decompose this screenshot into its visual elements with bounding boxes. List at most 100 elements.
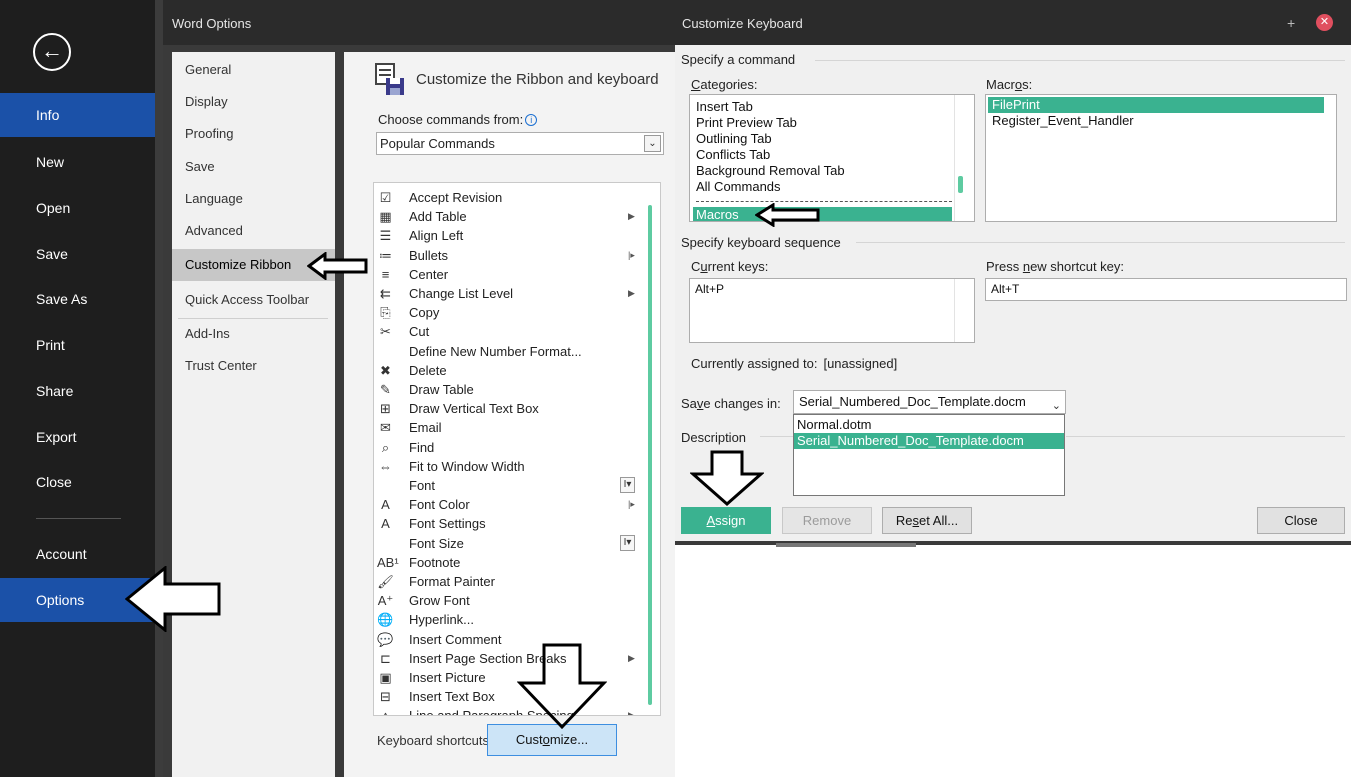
close-button[interactable]: Close <box>1257 507 1345 534</box>
info-icon[interactable]: i <box>525 114 538 126</box>
nav-item-language[interactable]: Language <box>172 183 335 215</box>
nav-item-trust-center[interactable]: Trust Center <box>172 350 335 382</box>
command-list-item[interactable]: AB¹ Footnote <box>374 553 644 572</box>
command-list-item[interactable]: ✖ Delete <box>374 361 644 380</box>
save-changes-select[interactable]: Serial_Numbered_Doc_Template.docm ⌄ <box>793 390 1066 414</box>
command-label: Draw Table <box>409 382 474 397</box>
nav-item-quick-access-toolbar[interactable]: Quick Access Toolbar <box>172 284 335 316</box>
nav-item-add-ins[interactable]: Add-Ins <box>172 318 335 350</box>
nav-item-general[interactable]: General <box>172 54 335 86</box>
macro-item-fileprint[interactable]: FilePrint <box>988 97 1324 113</box>
back-arrow-icon[interactable]: ← <box>33 33 71 71</box>
category-item[interactable]: Outlining Tab <box>696 131 952 147</box>
section-title: Customize the Ribbon and keyboard <box>416 71 659 88</box>
category-item[interactable]: Insert Tab <box>696 99 952 115</box>
command-list-item[interactable]: ✂ Cut <box>374 322 644 341</box>
current-keys-list[interactable]: Alt+P <box>689 278 975 343</box>
backstage-item-save[interactable]: Save <box>0 232 155 276</box>
command-list-item[interactable]: Font I▾ <box>374 476 644 495</box>
command-list-item[interactable]: A⁺ Grow Font <box>374 591 644 610</box>
backstage-item-save-as[interactable]: Save As <box>0 277 155 321</box>
backstage-item-open[interactable]: Open <box>0 186 155 230</box>
command-list-item[interactable]: Font Size I▾ <box>374 534 644 553</box>
nav-item-display[interactable]: Display <box>172 86 335 118</box>
annotation-arrow-down-icon <box>690 450 764 507</box>
nav-item-save[interactable]: Save <box>172 151 335 183</box>
chevron-down-icon[interactable]: ⌄ <box>644 135 661 152</box>
command-label: Delete <box>409 362 447 378</box>
backstage-item-print[interactable]: Print <box>0 323 155 367</box>
command-list-item[interactable]: ☑ Accept Revision <box>374 188 644 207</box>
command-list-item[interactable]: ✎ Draw Table <box>374 380 644 399</box>
category-item[interactable]: Conflicts Tab <box>696 147 952 163</box>
window-border <box>155 0 163 777</box>
command-label: Fit to Window Width <box>409 458 525 474</box>
command-label: Font Size <box>409 535 464 551</box>
press-new-shortcut-label: Press new shortcut key: <box>986 259 1125 274</box>
command-list-item[interactable]: 🌐 Hyperlink... <box>374 610 644 629</box>
assign-button[interactable]: Assign <box>681 507 771 534</box>
backstage-item-share[interactable]: Share <box>0 369 155 413</box>
command-list-item[interactable]: 🖌 Format Painter <box>374 572 644 591</box>
save-changes-dropdown[interactable]: Normal.dotm Serial_Numbered_Doc_Template… <box>793 414 1065 496</box>
command-icon: ✖ <box>380 362 391 378</box>
save-changes-label: Save changes in: <box>681 396 781 411</box>
backstage-sidebar: ← Info New Open Save Save As Print Share… <box>0 0 155 777</box>
specify-command-label: Specify a command <box>681 52 802 67</box>
group-divider <box>856 242 1345 243</box>
command-list-item[interactable]: Define New Number Format... <box>374 342 644 361</box>
current-key-item[interactable]: Alt+P <box>695 282 724 296</box>
command-list-item[interactable]: ⇔ Fit to Window Width <box>374 457 644 476</box>
command-label: Email <box>409 420 442 436</box>
commands-list[interactable]: ☑ Accept Revision ▦ Add Table ▶ ☰ Align Left ≔ B… <box>373 182 661 716</box>
command-list-item[interactable]: ⊞ Draw Vertical Text Box <box>374 399 644 418</box>
command-list-item[interactable]: ≔ Bullets |▸ <box>374 246 644 265</box>
command-label: Add Table <box>409 209 467 225</box>
remove-button[interactable]: Remove <box>782 507 872 534</box>
command-icon <box>377 535 394 552</box>
new-shortcut-input[interactable]: Alt+T <box>985 278 1347 301</box>
command-label: Footnote <box>409 554 461 570</box>
command-list-item[interactable]: ✉ Email <box>374 418 644 437</box>
nav-item-advanced[interactable]: Advanced <box>172 215 335 247</box>
command-list-item[interactable]: ≡ Center <box>374 265 644 284</box>
command-list-item[interactable]: ⎘ Copy <box>374 303 644 322</box>
save-option-normal[interactable]: Normal.dotm <box>794 417 1064 433</box>
command-list-item[interactable]: ☰ Align Left <box>374 226 644 245</box>
commands-scrollbar[interactable] <box>648 205 652 705</box>
categories-scrollbar[interactable] <box>958 176 963 193</box>
group-divider <box>815 60 1345 61</box>
command-icon: A⁺ <box>377 593 394 609</box>
command-label: Font Settings <box>409 516 486 532</box>
category-item[interactable]: Background Removal Tab <box>696 163 952 179</box>
category-item[interactable]: Print Preview Tab <box>696 115 952 131</box>
category-item-macros[interactable]: Macros <box>693 207 952 221</box>
font-field-icon: I▾ <box>620 477 635 493</box>
command-list-item[interactable]: ▦ Add Table ▶ <box>374 207 644 226</box>
backstage-item-close[interactable]: Close <box>0 460 155 504</box>
command-list-item[interactable]: ⌕ Find <box>374 438 644 457</box>
macros-list[interactable]: FilePrint Register_Event_Handler <box>985 94 1337 222</box>
close-icon[interactable]: ✕ <box>1316 14 1333 31</box>
plus-icon[interactable]: + <box>1287 13 1301 33</box>
command-icon: A <box>381 497 390 513</box>
command-label: Hyperlink... <box>409 612 475 628</box>
categories-list[interactable]: Insert Tab Print Preview Tab Outlining T… <box>689 94 975 222</box>
command-icon: ≡ <box>381 266 390 282</box>
save-option-template[interactable]: Serial_Numbered_Doc_Template.docm <box>794 433 1064 449</box>
backstage-item-new[interactable]: New <box>0 140 155 184</box>
command-list-item[interactable]: A Font Settings <box>374 514 644 533</box>
reset-all-button[interactable]: Reset All... <box>882 507 972 534</box>
command-list-item[interactable]: ⇇ Change List Level ▶ <box>374 284 644 303</box>
backstage-item-export[interactable]: Export <box>0 415 155 459</box>
annotation-arrow-left-icon <box>755 203 820 227</box>
macro-item[interactable]: Register_Event_Handler <box>988 113 1324 129</box>
nav-item-proofing[interactable]: Proofing <box>172 118 335 150</box>
category-item[interactable]: All Commands <box>696 179 952 195</box>
backstage-item-info[interactable]: Info <box>0 93 155 137</box>
command-list-item[interactable]: A Font Color |▸ <box>374 495 644 514</box>
group-divider <box>1066 436 1345 437</box>
choose-commands-select[interactable]: Popular Commands ⌄ <box>376 132 664 155</box>
command-icon: 🖌 <box>377 574 394 589</box>
choose-commands-value: Popular Commands <box>380 136 495 151</box>
